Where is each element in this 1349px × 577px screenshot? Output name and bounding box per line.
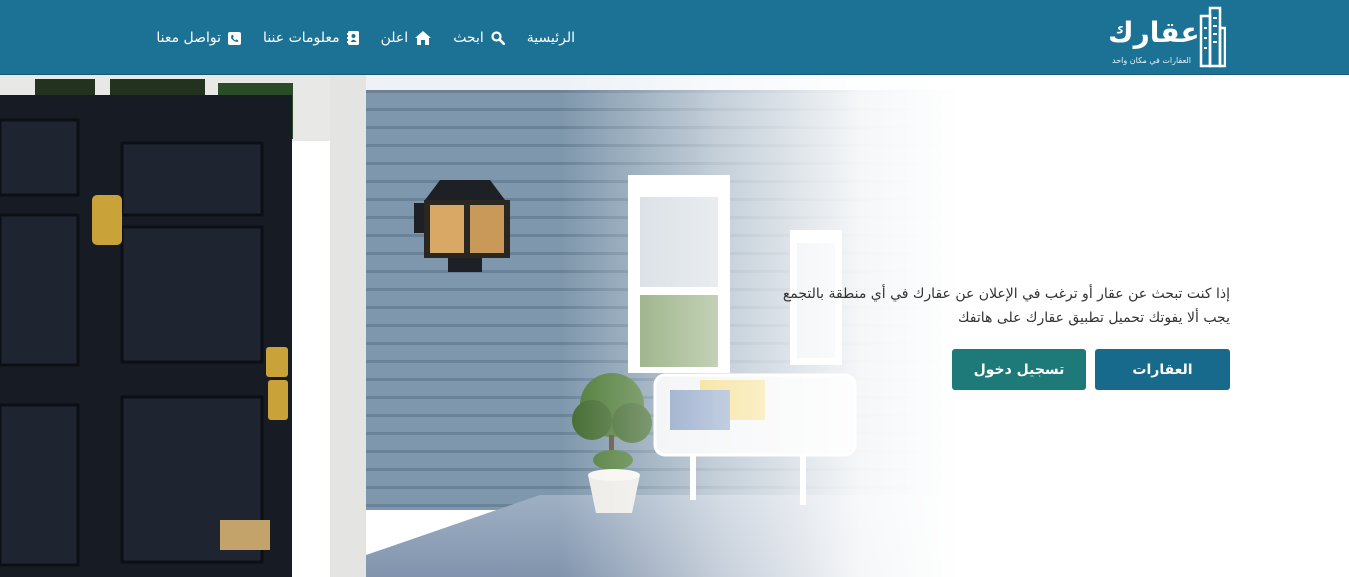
properties-button[interactable]: العقارات bbox=[1095, 349, 1230, 390]
site-logo[interactable]: عقارك العقارات في مكان واحد bbox=[1106, 6, 1228, 70]
main-nav: الرئيسية ابحث اعلن معلومات عننا تواصل مع… bbox=[156, 22, 575, 54]
logo-subtitle: العقارات في مكان واحد bbox=[1112, 56, 1191, 65]
nav-item-about[interactable]: معلومات عننا bbox=[263, 30, 359, 46]
building-logo-icon bbox=[1199, 6, 1226, 68]
nav-item-search[interactable]: ابحث bbox=[453, 30, 505, 46]
nav-item-label: معلومات عننا bbox=[263, 30, 340, 46]
home-icon bbox=[415, 31, 432, 45]
hero-description: إذا كنت تبحث عن عقار أو ترغب في الإعلان … bbox=[782, 286, 1230, 326]
nav-item-label: اعلن bbox=[380, 30, 409, 46]
nav-item-advertise[interactable]: اعلن bbox=[381, 30, 432, 46]
search-icon bbox=[491, 31, 505, 45]
nav-item-label: الرئيسية bbox=[526, 30, 575, 46]
nav-item-label: ابحث bbox=[453, 30, 484, 46]
hero-section: إذا كنت تبحث عن عقار أو ترغب في الإعلان … bbox=[0, 75, 1349, 577]
nav-item-contact[interactable]: تواصل معنا bbox=[156, 30, 242, 46]
logo-title: عقارك bbox=[1108, 16, 1201, 49]
top-navbar: عقارك العقارات في مكان واحد الرئيسية ابح… bbox=[0, 0, 1349, 75]
login-button[interactable]: تسجيل دخول bbox=[952, 349, 1086, 390]
nav-item-home[interactable]: الرئيسية bbox=[527, 30, 575, 46]
address-book-icon bbox=[346, 31, 359, 45]
phone-square-icon bbox=[228, 31, 242, 45]
nav-item-label: تواصل معنا bbox=[156, 30, 222, 46]
